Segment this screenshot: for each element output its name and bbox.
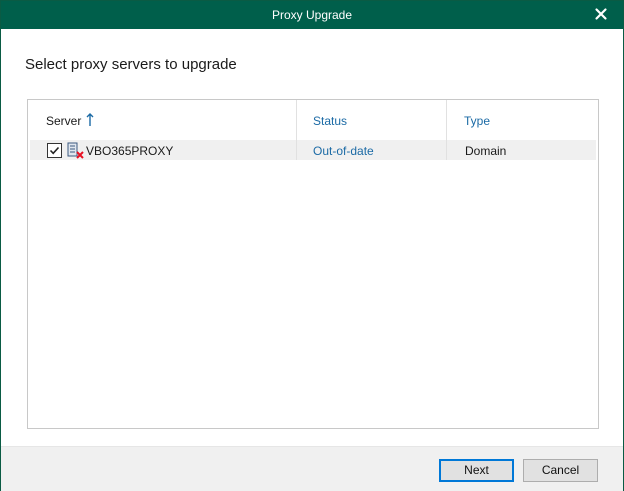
column-separator[interactable]: [296, 100, 297, 140]
row-checkbox[interactable]: [47, 143, 62, 158]
cell-separator: [446, 140, 447, 160]
column-header-type[interactable]: Type: [464, 114, 490, 128]
window-title: Proxy Upgrade: [271, 8, 353, 22]
table-row[interactable]: VBO365PROXY Out-of-date Domain: [30, 140, 596, 160]
checkmark-icon: [49, 146, 60, 155]
row-server-name: VBO365PROXY: [86, 144, 174, 158]
proxy-servers-table: Server Status Type VBO365PROXY Out-of-da…: [27, 99, 599, 429]
column-header-server-label: Server: [46, 114, 82, 128]
server-error-icon: [67, 142, 85, 164]
sort-ascending-icon: [86, 113, 94, 130]
column-header-status[interactable]: Status: [313, 114, 347, 128]
next-button[interactable]: Next: [439, 459, 514, 482]
row-type: Domain: [465, 144, 507, 158]
title-bar[interactable]: Proxy Upgrade: [1, 1, 623, 29]
cancel-button[interactable]: Cancel: [523, 459, 598, 482]
row-status[interactable]: Out-of-date: [313, 144, 374, 158]
column-separator[interactable]: [446, 100, 447, 140]
dialog-footer: Next Cancel: [1, 446, 623, 491]
close-icon[interactable]: [593, 6, 609, 22]
column-header-server[interactable]: Server: [46, 113, 94, 130]
page-heading: Select proxy servers to upgrade: [25, 56, 237, 73]
proxy-upgrade-dialog: Proxy Upgrade Select proxy servers to up…: [0, 0, 624, 491]
cell-separator: [296, 140, 297, 160]
